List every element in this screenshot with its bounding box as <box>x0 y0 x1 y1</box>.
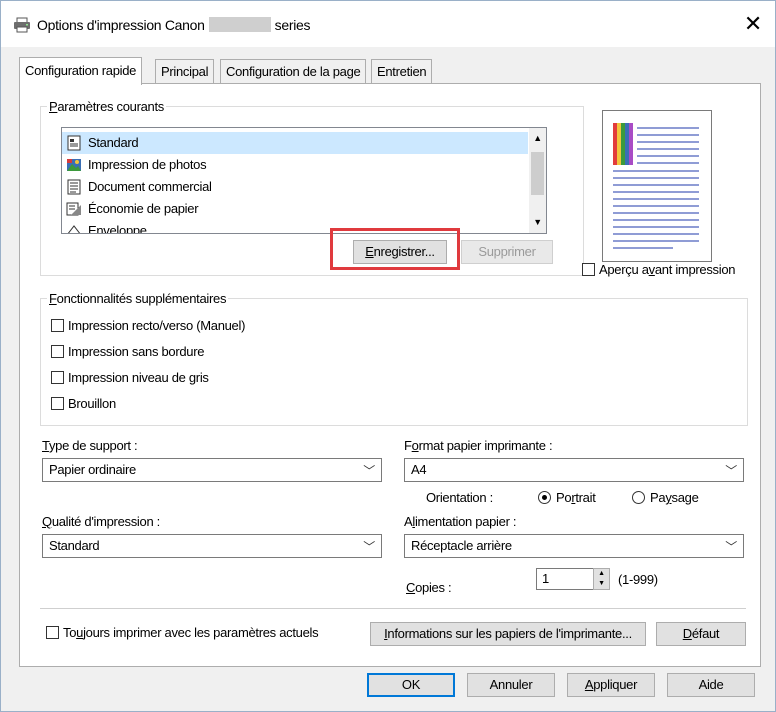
spin-up-icon[interactable]: ▲ <box>594 569 609 579</box>
printer-paper-info-button[interactable]: Informations sur les papiers de l'imprim… <box>370 622 646 646</box>
tab-principal[interactable]: Principal <box>155 59 215 84</box>
envelope-icon <box>66 223 82 233</box>
list-item-label: Économie de papier <box>88 201 199 216</box>
checkbox-box[interactable] <box>582 263 595 276</box>
list-item[interactable]: Impression de photos <box>62 154 528 176</box>
copies-label: Copies : <box>406 580 452 595</box>
copies-value: 1 <box>542 571 549 586</box>
media-type-select[interactable]: Papier ordinaire ﹀ <box>42 458 382 482</box>
checkbox-label: Brouillon <box>68 396 116 411</box>
orientation-portrait-label: Portrait <box>556 490 596 505</box>
radio-selected-dot <box>542 495 547 500</box>
always-print-label: Toujours imprimer avec les paramètres ac… <box>63 625 319 640</box>
tab-panel: Paramètres courants Standard Impression … <box>19 83 761 667</box>
scroll-down-icon[interactable]: ▼ <box>529 214 546 231</box>
print-options-dialog: Options d'impression Canon series ✕ Confi… <box>0 0 776 712</box>
checkbox-box[interactable] <box>51 397 64 410</box>
default-button[interactable]: Défaut <box>656 622 746 646</box>
list-item-label: Impression de photos <box>88 157 207 172</box>
list-item[interactable]: Économie de papier <box>62 198 528 220</box>
current-settings-listbox[interactable]: Standard Impression de photos Document c… <box>61 127 547 234</box>
copies-range: (1-999) <box>618 572 658 587</box>
checkbox-box[interactable] <box>51 345 64 358</box>
delete-settings-button[interactable]: Supprimer <box>461 240 553 264</box>
window-title: Options d'impression Canon series <box>37 17 311 33</box>
print-quality-label: Qualité d'impression : <box>42 514 160 529</box>
tab-entretien[interactable]: Entretien <box>371 59 433 84</box>
copies-input[interactable]: 1 <box>536 568 594 590</box>
checkbox-box[interactable] <box>51 371 64 384</box>
paper-source-select[interactable]: Réceptacle arrière ﹀ <box>404 534 744 558</box>
listbox-scrollbar[interactable]: ▲ ▼ <box>529 128 546 233</box>
media-type-value: Papier ordinaire <box>49 462 136 477</box>
tab-configuration-page[interactable]: Configuration de la page <box>220 59 367 84</box>
ok-button[interactable]: OK <box>367 673 455 697</box>
list-item-label: Enveloppe <box>88 223 147 234</box>
current-settings-group: Paramètres courants Standard Impression … <box>40 99 584 276</box>
current-settings-label: Paramètres courants <box>47 99 166 114</box>
tab-configuration-rapide[interactable]: Configuration rapide <box>19 57 143 85</box>
printer-icon <box>13 17 31 36</box>
orientation-label: Orientation : <box>426 490 493 505</box>
paper-source-value: Réceptacle arrière <box>411 538 512 553</box>
additional-features-group: Fonctionnalités supplémentaires Impressi… <box>40 291 748 426</box>
apply-button[interactable]: Appliquer <box>567 673 655 697</box>
title-bar: Options d'impression Canon series ✕ <box>1 1 775 47</box>
save-button-highlight <box>330 228 460 270</box>
business-doc-icon <box>66 179 82 195</box>
checkbox-box[interactable] <box>46 626 59 639</box>
print-quality-select[interactable]: Standard ﹀ <box>42 534 382 558</box>
checkbox-label: Impression sans bordure <box>68 344 205 359</box>
media-type-label: Type de support : <box>42 438 138 453</box>
list-item[interactable]: Standard <box>62 132 528 154</box>
print-quality-value: Standard <box>49 538 100 553</box>
separator <box>40 608 746 609</box>
scroll-thumb[interactable] <box>531 152 544 195</box>
chevron-down-icon: ﹀ <box>725 464 737 478</box>
additional-features-label: Fonctionnalités supplémentaires <box>47 291 229 306</box>
redacted-model-name <box>208 17 271 32</box>
paper-source-label: Alimentation papier : <box>404 514 517 529</box>
list-item[interactable]: Document commercial <box>62 176 528 198</box>
checkbox-box[interactable] <box>51 319 64 332</box>
close-icon[interactable]: ✕ <box>741 11 765 37</box>
copies-stepper[interactable]: ▲ ▼ <box>593 568 610 590</box>
checkbox-label: Impression recto/verso (Manuel) <box>68 318 246 333</box>
photo-print-icon <box>66 157 82 173</box>
preview-before-print-label: Aperçu avant impression <box>599 262 736 277</box>
printer-paper-size-label: Format papier imprimante : <box>404 438 553 453</box>
chevron-down-icon: ﹀ <box>725 540 737 554</box>
list-item-label: Document commercial <box>88 179 212 194</box>
scroll-up-icon[interactable]: ▲ <box>529 130 546 147</box>
chevron-down-icon: ﹀ <box>363 540 375 554</box>
spin-down-icon[interactable]: ▼ <box>594 579 609 589</box>
chevron-down-icon: ﹀ <box>363 464 375 478</box>
radio-circle[interactable] <box>632 491 645 504</box>
orientation-landscape-label: Paysage <box>650 490 699 505</box>
print-preview-image <box>602 110 712 262</box>
printer-paper-size-select[interactable]: A4 ﹀ <box>404 458 744 482</box>
checkbox-label: Impression niveau de gris <box>68 370 209 385</box>
standard-doc-icon <box>66 135 82 151</box>
list-item-label: Standard <box>88 135 139 150</box>
cancel-button[interactable]: Annuler <box>467 673 555 697</box>
paper-saving-icon <box>66 201 82 217</box>
help-button[interactable]: Aide <box>667 673 755 697</box>
radio-circle[interactable] <box>538 491 551 504</box>
printer-paper-size-value: A4 <box>411 462 427 477</box>
